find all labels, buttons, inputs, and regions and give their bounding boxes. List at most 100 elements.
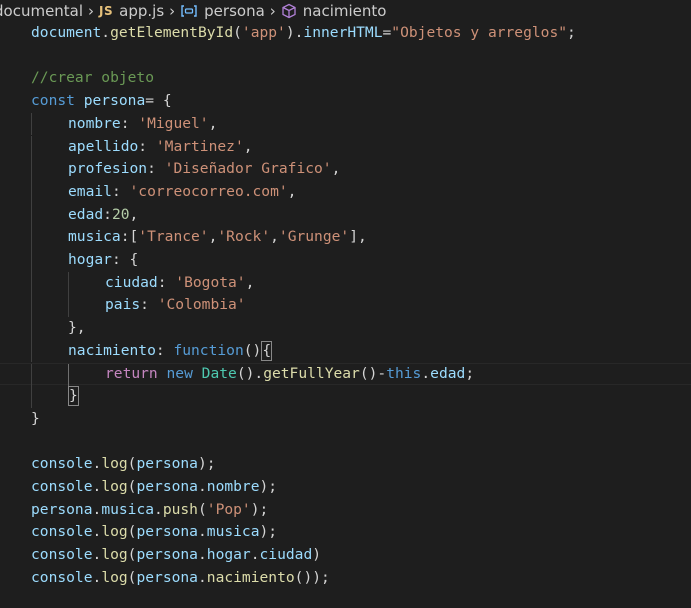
token: const [31,92,75,110]
breadcrumb-folder-label: documental [0,2,84,20]
code-line-text: console.log(persona); [31,453,216,476]
token: 'Diseñador Grafico' [164,160,332,178]
token: . [92,500,102,518]
token: apellido [68,137,139,155]
token: , [270,228,279,246]
token: . [154,500,163,518]
code-line: email: 'correocorreo.com', [0,180,691,204]
token: profesion [68,160,148,178]
token: () [243,341,262,359]
code-line: const persona= { [0,90,691,113]
code-line-text: console.log(persona.musica); [31,521,277,544]
indent-guide [31,158,32,181]
token: musica [101,500,155,518]
code-editor[interactable]: document.getElementById('app').innerHTML… [0,22,691,608]
code-line-text: edad:20, [68,204,138,227]
token: ; [465,364,475,382]
token: hogar [206,546,251,564]
token: ], [349,228,367,246]
indent-guide [31,317,32,340]
token: push [162,500,198,518]
code-line: console.log(persona.nacimiento()); [0,567,691,590]
token: : [111,182,130,200]
token: nacimiento [68,341,156,359]
code-line: apellido: 'Martinez', [0,135,691,159]
token: , [287,182,297,200]
breadcrumb-folder[interactable]: documental [0,2,83,20]
indent-guide [68,271,69,295]
token: , [129,205,139,223]
code-line-text: return new Date().getFullYear()-this.eda… [105,364,474,385]
token: ). [285,24,304,41]
breadcrumb-file[interactable]: JS app.js [99,2,164,20]
token: , [208,114,218,132]
token: "Objetos y arreglos" [391,24,568,41]
token: . [197,523,207,541]
chevron-right-icon: › [269,2,276,20]
token: persona [136,523,198,541]
breadcrumb-variable-label: persona [204,2,265,20]
token: persona [136,478,198,495]
token: console [31,478,93,495]
code-line: edad:20, [0,203,691,227]
code-line: hogar: { [0,249,691,272]
token: persona [136,568,198,586]
breadcrumb-method[interactable]: nacimiento [281,2,386,20]
token: hogar [68,251,112,268]
token: log [101,478,128,495]
code-line: console.log(persona.hogar.ciudad) [0,544,691,567]
code-line-text: profesion: 'Diseñador Grafico', [68,158,340,181]
token: persona [31,500,93,518]
indent-guide [31,339,32,363]
code-line-text: nacimiento: function(){ [68,340,273,363]
breadcrumb-file-label: app.js [119,2,165,20]
code-line: nacimiento: function(){ [0,339,691,363]
token: : { [111,251,139,268]
code-line-text: persona.musica.push('Pop'); [31,499,268,522]
code-line-text: console.log(persona.hogar.ciudad) [31,544,321,567]
code-line: } [0,385,691,408]
active-indent-guide [68,363,69,387]
code-line-text: } [68,385,79,408]
token: } [31,409,40,427]
token: , [243,137,253,155]
token: pais [105,296,141,314]
token: . [92,523,102,541]
code-line: ciudad: 'Bogota', [0,271,691,295]
code-line-text: nombre: 'Miguel', [68,113,217,136]
token: . [250,546,260,564]
code-line: console.log(persona.nombre); [0,476,691,499]
token: new [166,364,193,382]
token: console [31,523,93,541]
token: persona [136,546,198,564]
breadcrumb-variable[interactable]: persona [180,2,265,20]
token: edad [68,205,104,223]
token: : [120,114,139,132]
code-line: }, [0,317,691,340]
token: = { [145,92,172,110]
token: 'Miguel' [138,114,209,132]
code-line: nombre: 'Miguel', [0,112,691,136]
token: function [173,341,244,359]
indent-guide [68,294,69,318]
chevron-right-icon: › [169,2,176,20]
token: ciudad [105,273,158,291]
token: 'correocorreo.com' [129,182,288,200]
token: ( [233,24,242,41]
code-line: profesion: 'Diseñador Grafico', [0,158,691,181]
javascript-file-icon: JS [99,4,114,18]
indent-guide [31,203,32,227]
current-line: return new Date().getFullYear()-this.eda… [0,362,691,387]
code-line-text: email: 'correocorreo.com', [68,181,296,204]
token: log [101,523,128,541]
token: . [421,364,431,382]
indent-guide [31,363,32,387]
code-line-text: musica:['Trance','Rock','Grunge'], [68,226,367,249]
token: . [92,546,102,564]
token: console [31,546,93,564]
token: log [101,546,128,564]
token: , [245,273,255,291]
code-line-text: }, [68,317,86,340]
